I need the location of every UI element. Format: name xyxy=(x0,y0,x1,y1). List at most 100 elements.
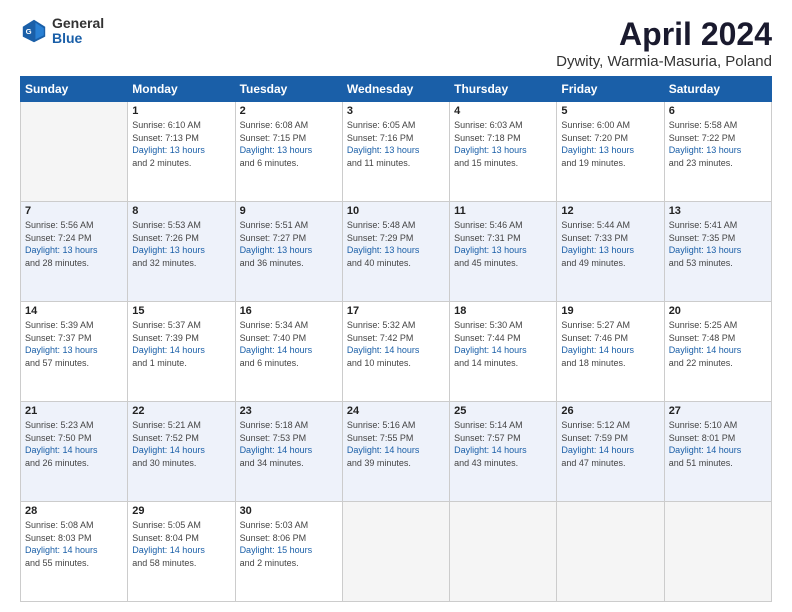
table-row: 22Sunrise: 5:21 AMSunset: 7:52 PMDayligh… xyxy=(128,402,235,502)
day-number: 11 xyxy=(454,205,552,217)
day-number: 8 xyxy=(132,205,230,217)
day-info: Sunrise: 5:48 AMSunset: 7:29 PMDaylight:… xyxy=(347,219,445,269)
day-number: 16 xyxy=(240,305,338,317)
day-number: 24 xyxy=(347,405,445,417)
logo-general: General xyxy=(52,16,104,31)
day-number: 20 xyxy=(669,305,767,317)
svg-text:G: G xyxy=(26,27,32,36)
day-info: Sunrise: 5:37 AMSunset: 7:39 PMDaylight:… xyxy=(132,319,230,369)
day-number: 12 xyxy=(561,205,659,217)
day-number: 26 xyxy=(561,405,659,417)
table-row: 24 Sunrise: 5:16 AMSunset: 7:55 PMDayligh… xyxy=(342,402,449,502)
calendar-table: Sunday Monday Tuesday Wednesday Thursday… xyxy=(20,76,772,602)
day-number: 19 xyxy=(561,305,659,317)
day-number: 10 xyxy=(347,205,445,217)
day-number: 3 xyxy=(347,105,445,117)
day-info: Sunrise: 5:44 AMSunset: 7:33 PMDaylight:… xyxy=(561,219,659,269)
day-info: Sunrise: 5:46 AMSunset: 7:31 PMDaylight:… xyxy=(454,219,552,269)
table-row: 19 Sunrise: 5:27 AMSunset: 7:46 PMDayligh… xyxy=(557,302,664,402)
table-row: 27 Sunrise: 5:10 AMSunset: 8:01 PMDayligh… xyxy=(664,402,771,502)
table-row: 20 Sunrise: 5:25 AMSunset: 7:48 PMDayligh… xyxy=(664,302,771,402)
day-number: 5 xyxy=(561,105,659,117)
table-row: 7Sunrise: 5:56 AMSunset: 7:24 PMDaylight… xyxy=(21,202,128,302)
day-number: 13 xyxy=(669,205,767,217)
header-row: Sunday Monday Tuesday Wednesday Thursday… xyxy=(21,77,772,102)
table-row: 4Sunrise: 6:03 AMSunset: 7:18 PMDaylight… xyxy=(450,102,557,202)
calendar-week-row: 21Sunrise: 5:23 AMSunset: 7:50 PMDayligh… xyxy=(21,402,772,502)
col-tuesday: Tuesday xyxy=(235,77,342,102)
table-row: 16Sunrise: 5:34 AMSunset: 7:40 PMDayligh… xyxy=(235,302,342,402)
day-info: Sunrise: 5:41 AMSunset: 7:35 PMDaylight:… xyxy=(669,219,767,269)
table-row: 30Sunrise: 5:03 AMSunset: 8:06 PMDayligh… xyxy=(235,502,342,602)
table-row: 28Sunrise: 5:08 AMSunset: 8:03 PMDayligh… xyxy=(21,502,128,602)
day-info: Sunrise: 5:53 AMSunset: 7:26 PMDaylight:… xyxy=(132,219,230,269)
day-info: Sunrise: 5:58 AMSunset: 7:22 PMDaylight:… xyxy=(669,119,767,169)
header: G General Blue April 2024 Dywity, Warmia… xyxy=(20,16,772,70)
calendar-subtitle: Dywity, Warmia-Masuria, Poland xyxy=(556,53,772,70)
col-sunday: Sunday xyxy=(21,77,128,102)
day-number: 6 xyxy=(669,105,767,117)
table-row: 26 Sunrise: 5:12 AMSunset: 7:59 PMDayligh… xyxy=(557,402,664,502)
day-info: Sunrise: 5:39 AMSunset: 7:37 PMDaylight:… xyxy=(25,319,123,369)
day-info: Sunrise: 5:25 AMSunset: 7:48 PMDaylight:… xyxy=(669,319,767,369)
table-row: 17 Sunrise: 5:32 AMSunset: 7:42 PMDayligh… xyxy=(342,302,449,402)
day-number: 14 xyxy=(25,305,123,317)
calendar-week-row: 28Sunrise: 5:08 AMSunset: 8:03 PMDayligh… xyxy=(21,502,772,602)
day-info: Sunrise: 5:03 AMSunset: 8:06 PMDaylight:… xyxy=(240,519,338,569)
day-info: Sunrise: 5:14 AMSunset: 7:57 PMDaylight:… xyxy=(454,419,552,469)
day-info: Sunrise: 5:18 AMSunset: 7:53 PMDaylight:… xyxy=(240,419,338,469)
day-number: 1 xyxy=(132,105,230,117)
day-number: 23 xyxy=(240,405,338,417)
calendar-title: April 2024 xyxy=(556,16,772,53)
day-number: 18 xyxy=(454,305,552,317)
col-wednesday: Wednesday xyxy=(342,77,449,102)
day-info: Sunrise: 6:10 AMSunset: 7:13 PMDaylight:… xyxy=(132,119,230,169)
logo-icon: G xyxy=(20,17,48,45)
day-info: Sunrise: 5:05 AMSunset: 8:04 PMDaylight:… xyxy=(132,519,230,569)
day-info: Sunrise: 5:21 AMSunset: 7:52 PMDaylight:… xyxy=(132,419,230,469)
day-info: Sunrise: 5:56 AMSunset: 7:24 PMDaylight:… xyxy=(25,219,123,269)
table-row: 23 Sunrise: 5:18 AMSunset: 7:53 PMDayligh… xyxy=(235,402,342,502)
table-row: 13 Sunrise: 5:41 AMSunset: 7:35 PMDayligh… xyxy=(664,202,771,302)
day-number: 15 xyxy=(132,305,230,317)
day-number: 17 xyxy=(347,305,445,317)
table-row xyxy=(21,102,128,202)
day-info: Sunrise: 5:16 AMSunset: 7:55 PMDaylight:… xyxy=(347,419,445,469)
table-row: 9Sunrise: 5:51 AMSunset: 7:27 PMDaylight… xyxy=(235,202,342,302)
col-monday: Monday xyxy=(128,77,235,102)
table-row xyxy=(557,502,664,602)
table-row: 25Sunrise: 5:14 AMSunset: 7:57 PMDayligh… xyxy=(450,402,557,502)
table-row xyxy=(450,502,557,602)
calendar-week-row: 7Sunrise: 5:56 AMSunset: 7:24 PMDaylight… xyxy=(21,202,772,302)
table-row: 8 Sunrise: 5:53 AMSunset: 7:26 PMDaylight… xyxy=(128,202,235,302)
table-row: 1 Sunrise: 6:10 AMSunset: 7:13 PMDaylight… xyxy=(128,102,235,202)
table-row xyxy=(664,502,771,602)
table-row: 10 Sunrise: 5:48 AMSunset: 7:29 PMDayligh… xyxy=(342,202,449,302)
day-info: Sunrise: 5:27 AMSunset: 7:46 PMDaylight:… xyxy=(561,319,659,369)
table-row: 3 Sunrise: 6:05 AMSunset: 7:16 PMDaylight… xyxy=(342,102,449,202)
table-row: 18 Sunrise: 5:30 AMSunset: 7:44 PMDayligh… xyxy=(450,302,557,402)
day-info: Sunrise: 5:10 AMSunset: 8:01 PMDaylight:… xyxy=(669,419,767,469)
table-row: 6 Sunrise: 5:58 AMSunset: 7:22 PMDaylight… xyxy=(664,102,771,202)
day-number: 4 xyxy=(454,105,552,117)
day-number: 27 xyxy=(669,405,767,417)
table-row: 15 Sunrise: 5:37 AMSunset: 7:39 PMDayligh… xyxy=(128,302,235,402)
col-saturday: Saturday xyxy=(664,77,771,102)
day-number: 2 xyxy=(240,105,338,117)
table-row: 14 Sunrise: 5:39 AMSunset: 7:37 PMDayligh… xyxy=(21,302,128,402)
day-info: Sunrise: 5:08 AMSunset: 8:03 PMDaylight:… xyxy=(25,519,123,569)
table-row: 5Sunrise: 6:00 AMSunset: 7:20 PMDaylight… xyxy=(557,102,664,202)
logo: G General Blue xyxy=(20,16,104,47)
logo-blue: Blue xyxy=(52,31,104,46)
table-row: 2Sunrise: 6:08 AMSunset: 7:15 PMDaylight… xyxy=(235,102,342,202)
day-info: Sunrise: 5:12 AMSunset: 7:59 PMDaylight:… xyxy=(561,419,659,469)
col-thursday: Thursday xyxy=(450,77,557,102)
day-info: Sunrise: 5:32 AMSunset: 7:42 PMDaylight:… xyxy=(347,319,445,369)
day-info: Sunrise: 5:30 AMSunset: 7:44 PMDaylight:… xyxy=(454,319,552,369)
day-info: Sunrise: 6:05 AMSunset: 7:16 PMDaylight:… xyxy=(347,119,445,169)
day-number: 21 xyxy=(25,405,123,417)
logo-text: General Blue xyxy=(52,16,104,47)
table-row: 11 Sunrise: 5:46 AMSunset: 7:31 PMDayligh… xyxy=(450,202,557,302)
day-info: Sunrise: 5:51 AMSunset: 7:27 PMDaylight:… xyxy=(240,219,338,269)
col-friday: Friday xyxy=(557,77,664,102)
